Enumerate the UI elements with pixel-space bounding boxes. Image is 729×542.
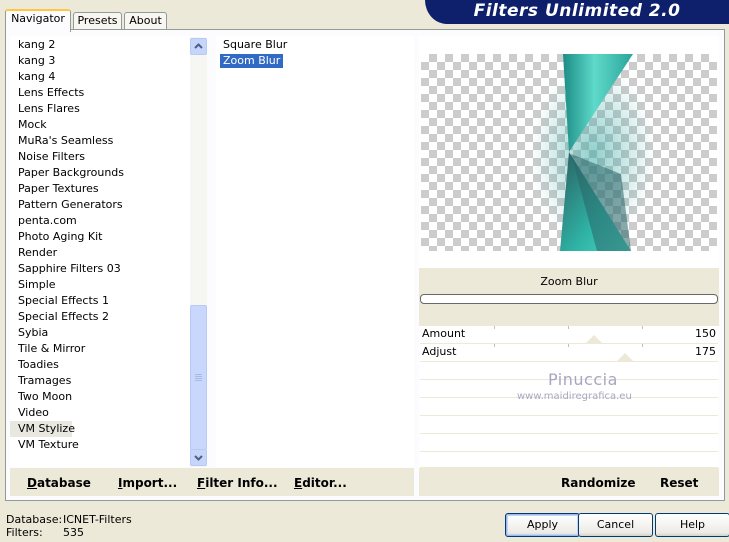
category-item[interactable]: kang 4: [10, 69, 188, 85]
import-button[interactable]: Import...: [118, 475, 177, 491]
filter-list[interactable]: Square Blur Zoom Blur: [216, 36, 414, 467]
category-item[interactable]: Special Effects 1: [10, 293, 188, 309]
cancel-button[interactable]: Cancel: [578, 513, 653, 537]
category-item[interactable]: Paper Textures: [10, 181, 188, 197]
preview-image: [421, 54, 717, 251]
category-item[interactable]: Lens Effects: [10, 85, 188, 101]
param-adjust-label: Adjust: [422, 345, 457, 358]
category-item[interactable]: Pattern Generators: [10, 197, 188, 213]
category-item[interactable]: Sybia: [10, 325, 188, 341]
category-item[interactable]: VM Stylize: [10, 421, 75, 437]
category-item[interactable]: Two Moon: [10, 389, 188, 405]
title-banner: Filters Unlimited 2.0: [425, 0, 729, 24]
param-row-empty: [420, 434, 718, 452]
preview-filter-name: Zoom Blur: [540, 275, 598, 288]
scroll-up-icon[interactable]: [190, 38, 207, 55]
param-amount-value: 150: [695, 327, 716, 340]
reset-button[interactable]: Reset: [660, 475, 698, 491]
category-item[interactable]: Lens Flares: [10, 101, 188, 117]
scroll-thumb[interactable]: [190, 305, 207, 450]
status-database-label: Database:: [6, 513, 63, 526]
category-item[interactable]: Special Effects 2: [10, 309, 188, 325]
tab-presets-label: Presets: [77, 14, 118, 27]
category-item[interactable]: penta.com: [10, 213, 188, 229]
category-item[interactable]: kang 2: [10, 37, 188, 53]
status-database-value: ICNET-Filters: [63, 513, 132, 526]
app-title: Filters Unlimited 2.0: [473, 1, 681, 21]
category-item[interactable]: Mock: [10, 117, 188, 133]
category-item[interactable]: VM Texture: [10, 437, 188, 453]
tab-navigator[interactable]: Navigator: [5, 9, 71, 32]
category-item[interactable]: Simple: [10, 277, 188, 293]
param-amount-slider[interactable]: Amount 150: [420, 326, 718, 344]
param-row-empty: [420, 416, 718, 434]
category-item[interactable]: Tile & Mirror: [10, 341, 188, 357]
category-item[interactable]: Sapphire Filters 03: [10, 261, 188, 277]
category-scrollbar[interactable]: [190, 37, 207, 467]
category-item[interactable]: Tramages: [10, 373, 188, 389]
database-button[interactable]: Database: [27, 475, 91, 491]
category-item[interactable]: Photo Aging Kit: [10, 229, 188, 245]
category-item[interactable]: Toadies: [10, 357, 188, 373]
category-item[interactable]: Noise Filters: [10, 149, 188, 165]
param-row-empty: [420, 452, 718, 468]
tab-about-label: About: [129, 14, 162, 27]
status-filters-label: Filters:: [6, 526, 43, 539]
scroll-down-icon[interactable]: [190, 449, 207, 466]
watermark-url: www.maidiregrafica.eu: [517, 391, 632, 402]
filter-item[interactable]: Square Blur: [220, 38, 290, 52]
apply-button[interactable]: Apply: [505, 513, 580, 537]
category-list[interactable]: kang 2 kang 3 kang 4 Lens Effects Lens Flare…: [10, 36, 207, 467]
category-item[interactable]: Render: [10, 245, 188, 261]
watermark-name: Pinuccia: [548, 370, 618, 389]
filter-item[interactable]: Zoom Blur: [220, 54, 284, 68]
param-amount-label: Amount: [422, 327, 466, 340]
slider-marker-icon: [586, 335, 602, 343]
slider-marker-icon: [617, 353, 633, 361]
randomize-button[interactable]: Randomize: [561, 475, 635, 491]
editor-button[interactable]: Editor...: [294, 475, 347, 491]
tab-presets[interactable]: Presets: [73, 12, 122, 30]
status-filters-value: 535: [63, 526, 84, 539]
category-item[interactable]: Video: [10, 405, 188, 421]
category-item[interactable]: kang 3: [10, 53, 188, 69]
filter-info-button[interactable]: Filter Info...: [197, 475, 278, 491]
progress-bar: [420, 294, 718, 304]
help-button[interactable]: Help: [655, 513, 729, 537]
param-adjust-slider[interactable]: Adjust 175: [420, 344, 718, 362]
param-adjust-value: 175: [695, 345, 716, 358]
tab-about[interactable]: About: [124, 12, 167, 30]
tab-navigator-label: Navigator: [11, 12, 65, 25]
category-item[interactable]: Paper Backgrounds: [10, 165, 188, 181]
category-item[interactable]: MuRa's Seamless: [10, 133, 188, 149]
